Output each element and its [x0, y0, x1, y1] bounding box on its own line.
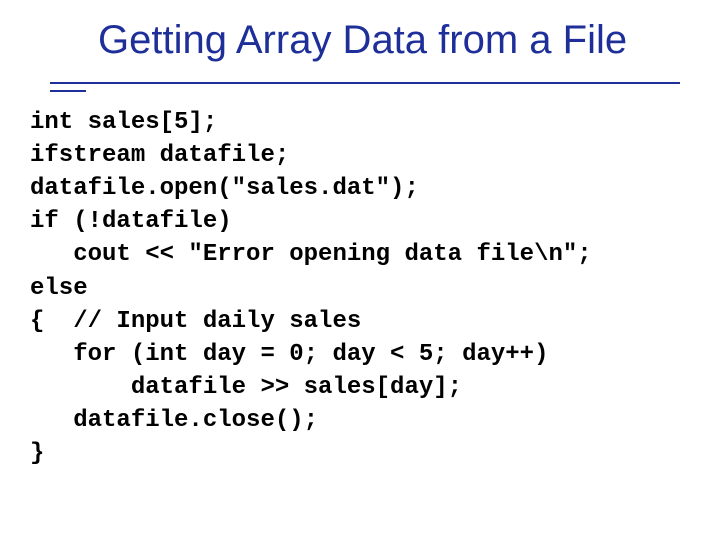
- code-line: if (!datafile): [30, 208, 232, 235]
- code-line: }: [30, 440, 44, 467]
- code-line: for (int day = 0; day < 5; day++): [30, 341, 548, 368]
- code-line: datafile >> sales[day];: [30, 374, 462, 401]
- code-line: else: [30, 275, 88, 302]
- title-block: Getting Array Data from a File: [98, 18, 680, 76]
- code-line: datafile.close();: [30, 407, 318, 434]
- code-block: int sales[5]; ifstream datafile; datafil…: [30, 106, 680, 470]
- code-line: { // Input daily sales: [30, 308, 361, 335]
- code-line: cout << "Error opening data file\n";: [30, 241, 592, 268]
- code-line: int sales[5];: [30, 109, 217, 136]
- slide: Getting Array Data from a File int sales…: [0, 0, 720, 540]
- code-line: datafile.open("sales.dat");: [30, 175, 419, 202]
- code-line: ifstream datafile;: [30, 142, 289, 169]
- slide-title: Getting Array Data from a File: [98, 18, 680, 76]
